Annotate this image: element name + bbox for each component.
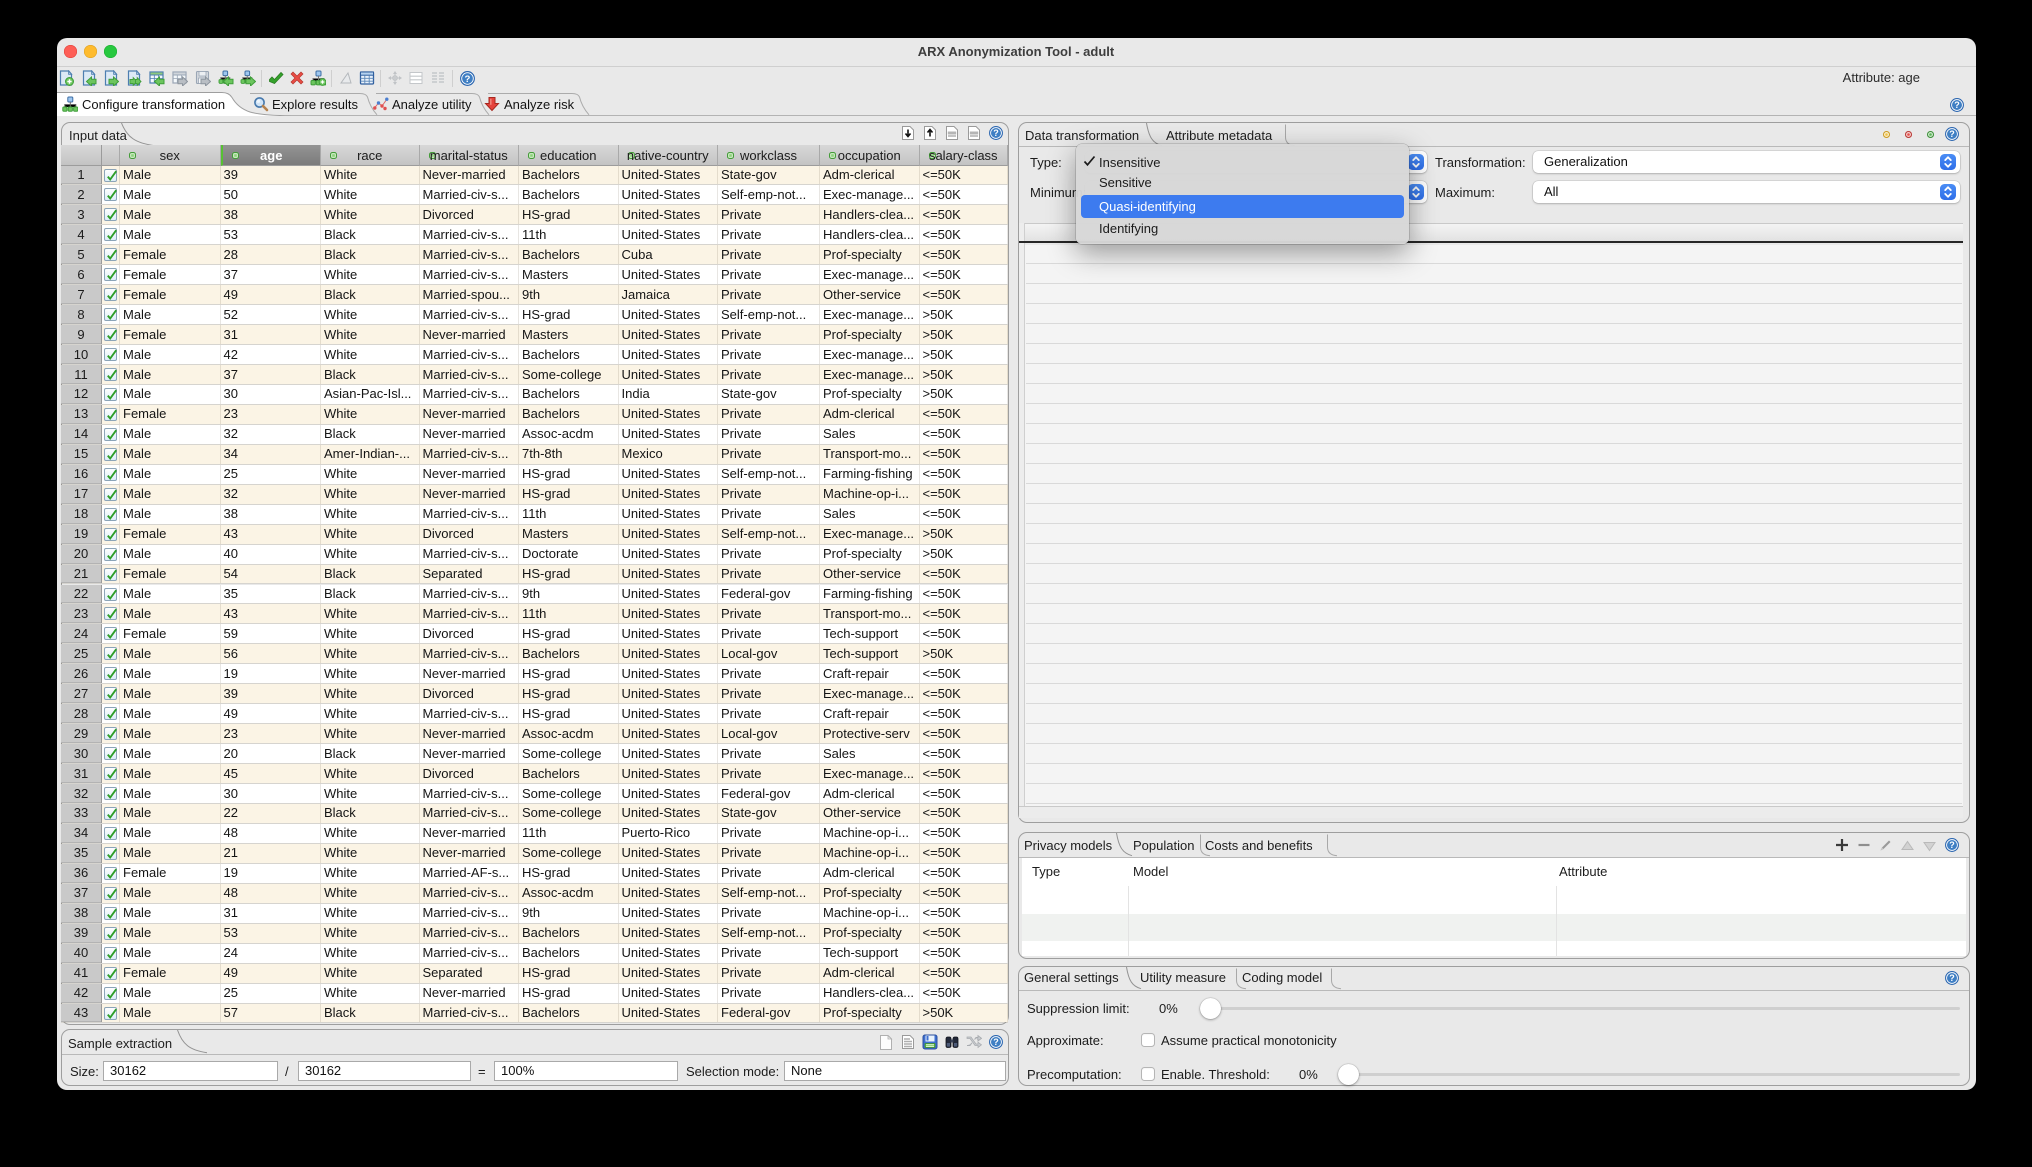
svg-text:?: ? bbox=[993, 128, 999, 138]
svg-text:?: ? bbox=[993, 1037, 999, 1047]
svg-text:?: ? bbox=[1954, 100, 1960, 110]
svg-text:?: ? bbox=[1949, 973, 1955, 983]
svg-text:?: ? bbox=[1949, 129, 1955, 139]
svg-text:?: ? bbox=[1949, 840, 1955, 850]
svg-text:?: ? bbox=[464, 73, 470, 84]
